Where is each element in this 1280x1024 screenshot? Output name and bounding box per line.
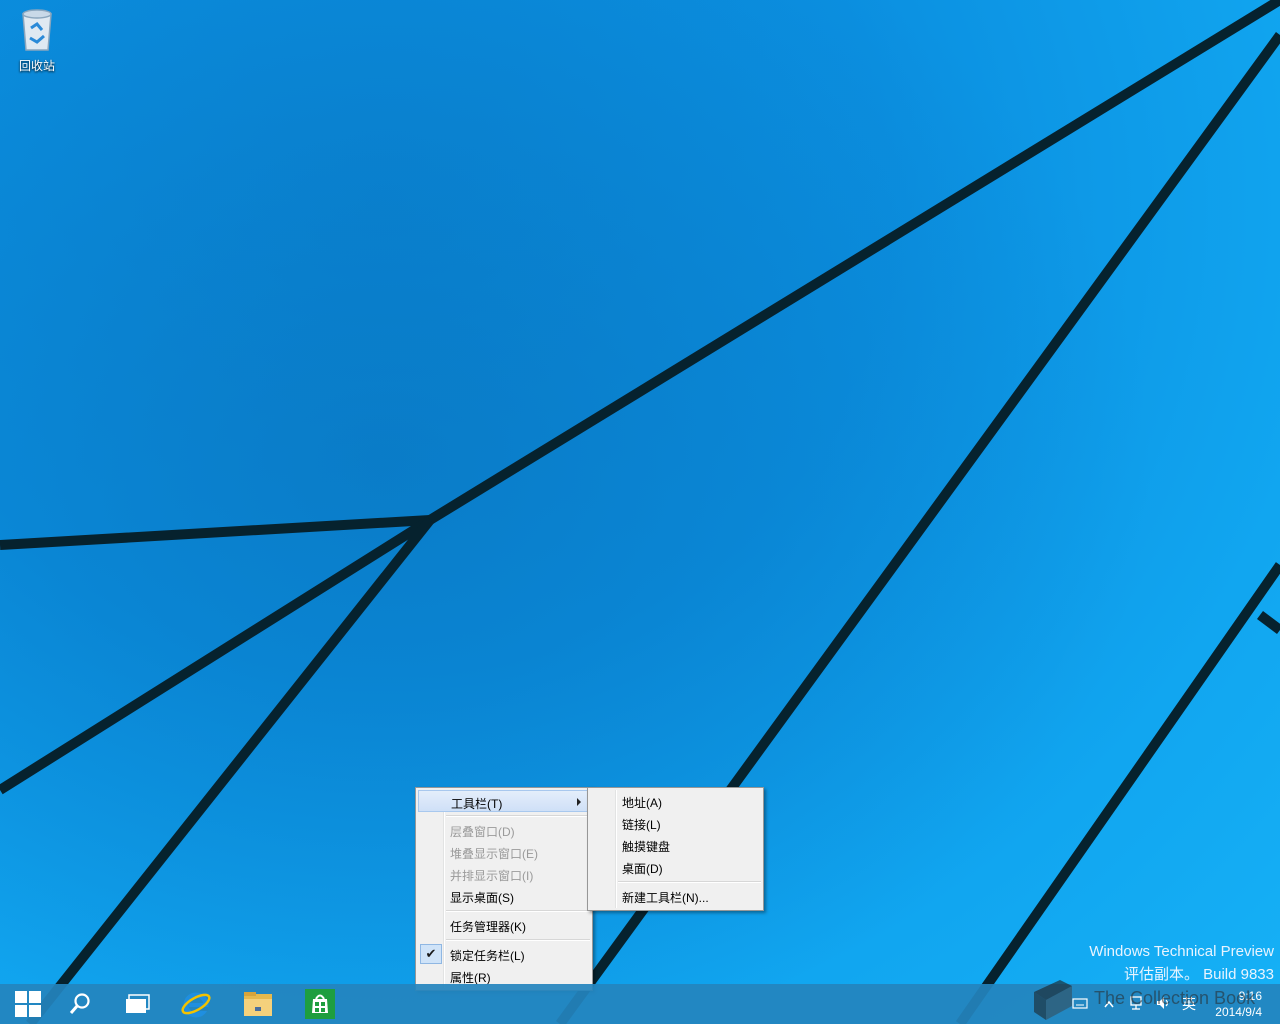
submenu-arrow-icon bbox=[577, 798, 581, 806]
collection-book-logo: The Collection Book bbox=[1030, 978, 1270, 1022]
menu-item-toolbars[interactable]: 工具栏(T) bbox=[418, 790, 590, 812]
menu-item-task-manager[interactable]: 任务管理器(K) bbox=[418, 914, 590, 936]
store-icon bbox=[305, 989, 335, 1019]
menu-item-label: 触摸键盘 bbox=[622, 840, 671, 854]
menu-item-stack-windows: 堆叠显示窗口(E) bbox=[418, 841, 590, 863]
checkmark-icon: ✔ bbox=[420, 944, 442, 964]
menu-item-label: 显示桌面(S) bbox=[450, 891, 514, 905]
submenu-item-touch-keyboard[interactable]: 触摸键盘 bbox=[590, 834, 761, 856]
toolbars-submenu: 地址(A) 链接(L) 触摸键盘 桌面(D) 新建工具栏(N)... bbox=[587, 787, 764, 911]
internet-explorer-button[interactable] bbox=[168, 984, 224, 1024]
start-button[interactable] bbox=[0, 984, 56, 1024]
submenu-item-links[interactable]: 链接(L) bbox=[590, 812, 761, 834]
submenu-item-desktop[interactable]: 桌面(D) bbox=[590, 856, 761, 878]
menu-item-label: 地址(A) bbox=[622, 796, 662, 810]
internet-explorer-icon bbox=[181, 992, 211, 1018]
menu-item-label: 新建工具栏(N)... bbox=[622, 891, 709, 905]
book-icon bbox=[1034, 980, 1072, 1020]
menu-item-label: 工具栏(T) bbox=[451, 797, 503, 811]
menu-item-label: 层叠窗口(D) bbox=[450, 825, 515, 839]
desktop[interactable]: 回收站 Windows Technical Preview 评估副本。 Buil… bbox=[0, 0, 1280, 1024]
watermark-line-1: Windows Technical Preview bbox=[1089, 943, 1274, 960]
menu-separator bbox=[446, 939, 590, 941]
menu-item-show-desktop[interactable]: 显示桌面(S) bbox=[418, 885, 590, 907]
store-button[interactable] bbox=[292, 984, 348, 1024]
menu-item-side-by-side: 并排显示窗口(I) bbox=[418, 863, 590, 885]
search-button[interactable] bbox=[52, 984, 108, 1024]
menu-item-label: 并排显示窗口(I) bbox=[450, 869, 534, 883]
menu-item-label: 链接(L) bbox=[622, 818, 661, 832]
menu-separator bbox=[618, 881, 761, 883]
task-view-button[interactable] bbox=[110, 984, 166, 1024]
task-view-icon bbox=[126, 994, 150, 1013]
file-explorer-button[interactable] bbox=[230, 984, 286, 1024]
menu-item-lock-taskbar[interactable]: ✔ 锁定任务栏(L) bbox=[418, 943, 590, 965]
search-icon bbox=[69, 993, 90, 1014]
taskbar-context-menu: 工具栏(T) 层叠窗口(D) 堆叠显示窗口(E) 并排显示窗口(I) 显示桌面(… bbox=[415, 787, 593, 991]
file-explorer-icon bbox=[244, 992, 272, 1016]
recycle-bin[interactable]: 回收站 bbox=[8, 6, 66, 74]
menu-item-label: 堆叠显示窗口(E) bbox=[450, 847, 538, 861]
submenu-item-new-toolbar[interactable]: 新建工具栏(N)... bbox=[590, 885, 761, 907]
menu-item-cascade-windows: 层叠窗口(D) bbox=[418, 819, 590, 841]
recycle-bin-icon bbox=[22, 9, 52, 51]
submenu-item-address[interactable]: 地址(A) bbox=[590, 790, 761, 812]
menu-separator bbox=[446, 815, 590, 817]
menu-item-label: 桌面(D) bbox=[622, 862, 663, 876]
menu-separator bbox=[446, 910, 590, 912]
menu-item-label: 锁定任务栏(L) bbox=[450, 949, 525, 963]
menu-item-label: 任务管理器(K) bbox=[450, 920, 526, 934]
logo-text: The Collection Book bbox=[1094, 988, 1256, 1008]
windows-logo-icon bbox=[15, 991, 41, 1017]
recycle-bin-label: 回收站 bbox=[18, 59, 55, 73]
